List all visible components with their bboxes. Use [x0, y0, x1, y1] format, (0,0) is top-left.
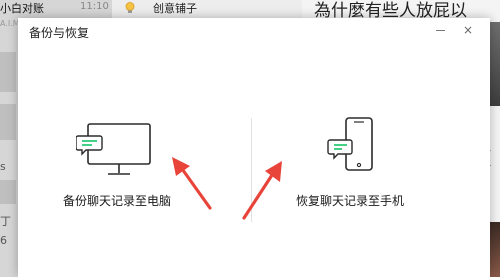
blurred-avatar — [0, 180, 16, 204]
chat-title: 创意铺子 — [153, 2, 197, 15]
restore-to-phone-option[interactable]: 恢复聊天记录至手机 — [290, 114, 430, 210]
chat-snippet: 6 — [0, 234, 7, 247]
mobile-phone-icon — [327, 117, 373, 171]
computer-monitor-icon — [76, 123, 151, 175]
screen: 小白对账 11:10 A.I.M. s 丁 6 创意铺子 為什麼有些人放屁以 生… — [0, 0, 500, 277]
contact-time: 11:10 — [80, 1, 109, 12]
minimize-icon — [435, 29, 445, 31]
blurred-avatar — [0, 104, 16, 140]
contact-name: 小白对账 — [0, 2, 44, 15]
minimize-button[interactable] — [428, 20, 452, 40]
annotation-arrow-icon — [172, 157, 212, 210]
backup-to-pc-option[interactable]: 备份聊天记录至电脑 — [56, 114, 186, 210]
blurred-avatar — [0, 52, 16, 92]
chat-snippet: s — [0, 160, 6, 173]
backup-restore-dialog: 备份与恢复 × 备份聊天记录至电脑 恢复聊天记录至手机 — [18, 18, 490, 277]
annotation-arrow-icon — [242, 161, 282, 220]
restore-to-phone-label: 恢复聊天记录至手机 — [296, 194, 405, 208]
backup-to-pc-label: 备份聊天记录至电脑 — [63, 194, 172, 208]
close-button[interactable]: × — [456, 20, 480, 40]
chat-snippet: 丁 — [0, 215, 11, 228]
dialog-title: 备份与恢复 — [29, 26, 90, 40]
close-icon: × — [462, 23, 474, 37]
lightbulb-icon — [125, 2, 135, 13]
